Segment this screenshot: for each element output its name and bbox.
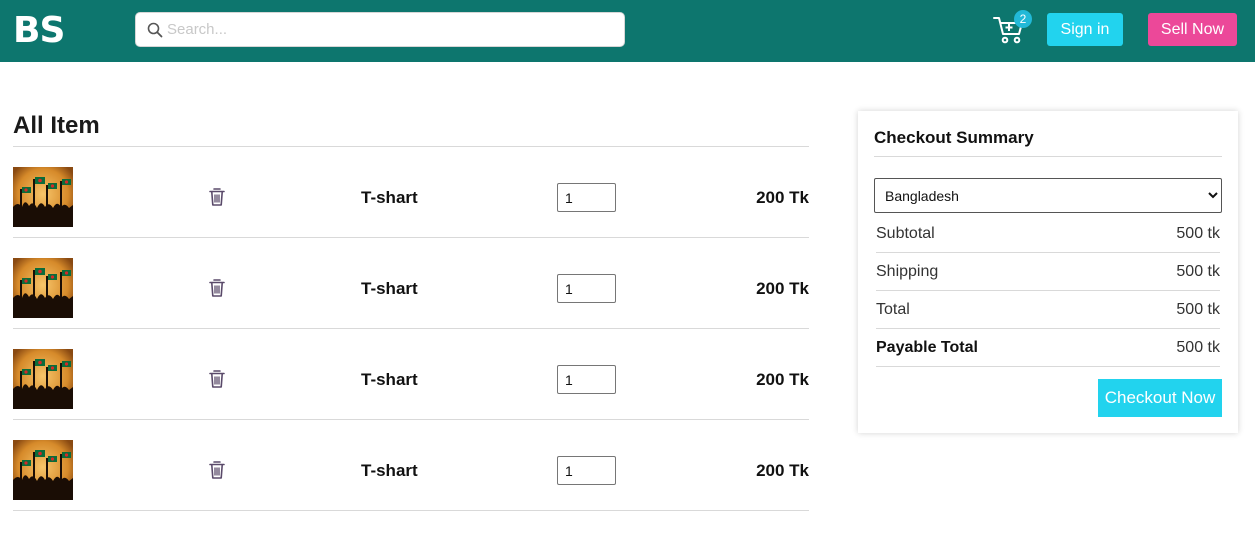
- item-price: 200 Tk: [756, 279, 809, 298]
- product-image: [13, 258, 73, 318]
- item-price: 200 Tk: [756, 461, 809, 480]
- checkout-summary-card: Checkout Summary Bangladesh Subtotal 500…: [858, 111, 1238, 433]
- summary-divider: [874, 156, 1222, 157]
- delete-icon[interactable]: [209, 279, 225, 297]
- item-price: 200 Tk: [756, 188, 809, 207]
- item-name: T-shart: [361, 461, 418, 480]
- flag-crowd-image: [13, 258, 73, 318]
- search-box[interactable]: [135, 12, 625, 47]
- flag-crowd-image: [13, 440, 73, 500]
- sign-in-button[interactable]: Sign in: [1047, 13, 1123, 46]
- shipping-value: 500 tk: [1176, 263, 1220, 280]
- subtotal-value: 500 tk: [1176, 225, 1220, 242]
- quantity-input[interactable]: [557, 456, 616, 485]
- item-name: T-shart: [361, 370, 418, 389]
- search-input[interactable]: [167, 13, 617, 46]
- cart-item-row: T-shart 200 Tk: [13, 329, 809, 420]
- product-image: [13, 167, 73, 227]
- product-image: [13, 349, 73, 409]
- shipping-row: Shipping 500 tk: [876, 253, 1220, 291]
- sell-now-button[interactable]: Sell Now: [1148, 13, 1237, 46]
- search-icon: [147, 22, 163, 38]
- flag-crowd-image: [13, 349, 73, 409]
- item-name: T-shart: [361, 279, 418, 298]
- checkout-now-button[interactable]: Checkout Now: [1098, 379, 1222, 417]
- total-label: Total: [876, 301, 910, 318]
- cart-item-row: T-shart 200 Tk: [13, 147, 809, 238]
- payable-total-row: Payable Total 500 tk: [876, 329, 1220, 367]
- item-name: T-shart: [361, 188, 418, 207]
- quantity-input[interactable]: [557, 365, 616, 394]
- product-image: [13, 440, 73, 500]
- delete-icon[interactable]: [209, 461, 225, 479]
- quantity-input[interactable]: [557, 274, 616, 303]
- logo[interactable]: BS: [13, 10, 65, 51]
- items-heading: All Item: [13, 112, 100, 139]
- navbar: BS 2 Sign in Sell Now: [0, 0, 1255, 62]
- quantity-input[interactable]: [557, 183, 616, 212]
- cart-item-row: T-shart 200 Tk: [13, 420, 809, 511]
- country-select[interactable]: Bangladesh: [874, 178, 1222, 213]
- subtotal-row: Subtotal 500 tk: [876, 215, 1220, 253]
- total-row: Total 500 tk: [876, 291, 1220, 329]
- summary-title: Checkout Summary: [874, 128, 1034, 147]
- flag-crowd-image: [13, 167, 73, 227]
- shipping-label: Shipping: [876, 263, 939, 280]
- payable-total-label: Payable Total: [876, 339, 978, 356]
- cart-count-badge: 2: [1014, 10, 1032, 28]
- total-value: 500 tk: [1176, 301, 1220, 318]
- payable-total-value: 500 tk: [1176, 339, 1220, 356]
- item-price: 200 Tk: [756, 370, 809, 389]
- delete-icon[interactable]: [209, 370, 225, 388]
- delete-icon[interactable]: [209, 188, 225, 206]
- cart-item-row: T-shart 200 Tk: [13, 238, 809, 329]
- subtotal-label: Subtotal: [876, 225, 935, 242]
